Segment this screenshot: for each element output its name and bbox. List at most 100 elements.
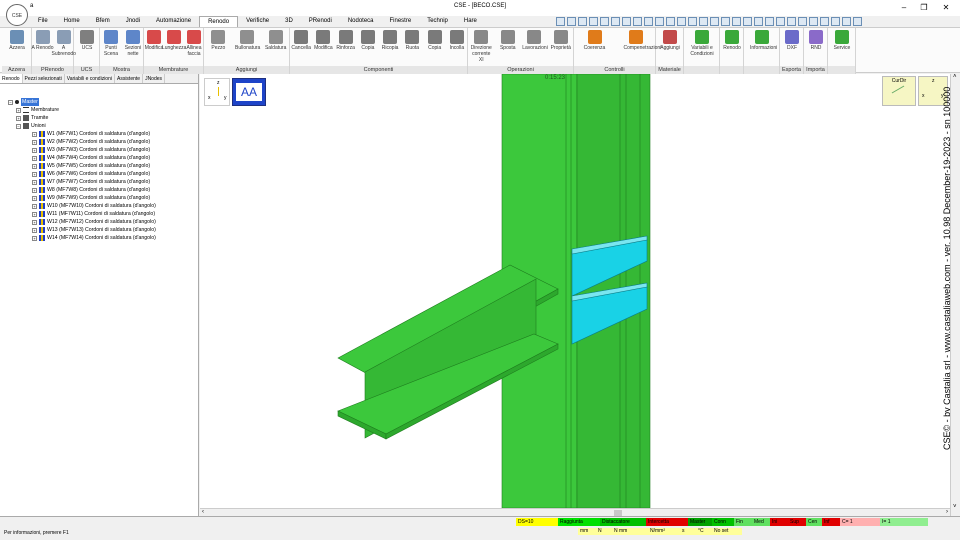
scroll-left-icon[interactable]: ‹ [202,509,204,515]
toolbar-icon[interactable] [567,17,576,26]
tree-item-weld[interactable]: + W6 (MF7W6) Cordoni di saldatura (d'ango… [8,170,156,178]
unit-s[interactable]: s [680,528,696,535]
ribbon-button-lavorazioni[interactable]: Lavorazioni [522,30,548,51]
tree-label-weld[interactable]: W7 (MF7W7) Cordoni di saldatura (d'angol… [47,178,150,186]
toolbar-icon[interactable] [578,17,587,26]
restore-icon[interactable]: ❐ [914,2,934,14]
tree-label-weld[interactable]: W6 (MF7W6) Cordoni di saldatura (d'angol… [47,170,150,178]
menu-tab-automazione[interactable]: Automazione [148,16,199,27]
toolbar-icon[interactable] [754,17,763,26]
tree-label-weld[interactable]: W4 (MF7W4) Cordoni di saldatura (d'angol… [47,154,150,162]
ribbon-button-ucs[interactable]: UCS [75,30,99,51]
menu-tab-home[interactable]: Home [56,16,88,27]
ribbon-button-variabili-e-condizioni[interactable]: Variabili e Condizioni [690,30,714,57]
expand-icon[interactable]: + [16,107,21,113]
tree-label-weld[interactable]: W8 (MF7W8) Cordoni di saldatura (d'angol… [47,186,150,194]
menu-tab-bfem[interactable]: Bfem [88,16,118,27]
tree-label-weld[interactable]: W1 (MF7W1) Cordoni di saldatura (d'angol… [47,130,150,138]
tree-label-weld[interactable]: W9 (MF7W9) Cordoni di saldatura (d'angol… [47,194,150,202]
tree-item-weld[interactable]: + W8 (MF7W8) Cordoni di saldatura (d'ango… [8,186,156,194]
menu-tab-3d[interactable]: 3D [277,16,301,27]
toolbar-icon[interactable] [688,17,697,26]
tree-item-weld[interactable]: + W14 (MF7W14) Cordoni di saldatura (d'an… [8,234,156,242]
unit-no-set[interactable]: No set [712,528,742,535]
tree-label-weld[interactable]: W13 (MF7W13) Cordoni di saldatura (d'ang… [47,226,156,234]
ribbon-button-coerenza[interactable]: Coerenza [583,30,607,51]
toolbar-icon[interactable] [644,17,653,26]
status-indicator-inf[interactable]: Inf [822,518,840,526]
status-indicator-conn[interactable]: Conn [712,518,734,526]
expand-icon[interactable]: + [32,179,37,185]
ribbon-button-dxf[interactable]: DXF [780,30,804,51]
menu-tab-prenodi[interactable]: PRenodi [301,16,340,27]
expand-icon[interactable]: + [32,203,37,209]
expand-icon[interactable]: + [32,163,37,169]
ribbon-button-service[interactable]: Service [830,30,854,51]
toolbar-icon[interactable] [776,17,785,26]
menu-tab-nodoteca[interactable]: Nodoteca [340,16,382,27]
ribbon-button-informazioni[interactable]: Informazioni [750,30,777,51]
expand-icon[interactable]: + [32,171,37,177]
menu-tab-file[interactable]: File [30,16,56,27]
toolbar-icon[interactable] [622,17,631,26]
menu-tab-verifiche[interactable]: Verifiche [238,16,277,27]
toolbar-icon[interactable] [743,17,752,26]
tree-item-weld[interactable]: + W3 (MF7W3) Cordoni di saldatura (d'ango… [8,146,156,154]
toolbar-icon[interactable] [732,17,741,26]
tree-label-weld[interactable]: W14 (MF7W14) Cordoni di saldatura (d'ang… [47,234,156,242]
expand-icon[interactable]: + [32,235,37,241]
toolbar-icon[interactable] [842,17,851,26]
tree-label-unioni[interactable]: Unioni [31,122,46,130]
expand-icon[interactable]: + [32,139,37,145]
tree-item-weld[interactable]: + W11 (MF7W11) Cordoni di saldatura (d'an… [8,210,156,218]
ribbon-button-rnd[interactable]: RND [804,30,828,51]
expand-icon[interactable]: + [16,115,21,121]
tree-item-unioni[interactable]: − Unioni [8,122,156,130]
toolbar-icon[interactable] [809,17,818,26]
ribbon-button-modifica[interactable]: Modifica [311,30,335,51]
unit-n-mm[interactable]: N mm [612,528,648,535]
panel-tab-renodo[interactable]: Renodo [0,74,23,83]
model-canvas[interactable] [200,74,950,508]
ribbon-button-direzione-corrente-xi[interactable]: Direzione corrente XI [469,30,493,63]
tree-item-weld[interactable]: + W12 (MF7W12) Cordoni di saldatura (d'an… [8,218,156,226]
toolbar-icon[interactable] [853,17,862,26]
tree-label-weld[interactable]: W3 (MF7W3) Cordoni di saldatura (d'angol… [47,146,150,154]
vertical-scrollbar[interactable]: ˄ ˅ [950,74,960,516]
ribbon-button-sposta[interactable]: Sposta [496,30,520,51]
toolbar-icon[interactable] [765,17,774,26]
tree-item-weld[interactable]: + W7 (MF7W7) Cordoni di saldatura (d'ango… [8,178,156,186]
tree-item-weld[interactable]: + W10 (MF7W10) Cordoni di saldatura (d'an… [8,202,156,210]
tree-item-weld[interactable]: + W1 (MF7W1) Cordoni di saldatura (d'ango… [8,130,156,138]
status-indicator-distaccatore[interactable]: Distaccatore [600,518,646,526]
ribbon-button-a-subrenodo[interactable]: A Subrenodo [52,30,76,57]
horizontal-scrollbar[interactable]: ‹ › [200,508,950,516]
tree-item-weld[interactable]: + W4 (MF7W4) Cordoni di saldatura (d'ango… [8,154,156,162]
expand-icon[interactable]: + [32,147,37,153]
panel-tab-pezzi-selezionati[interactable]: Pezzi selezionati [23,74,65,83]
menu-tab-finestre[interactable]: Finestre [382,16,420,27]
toolbar-icon[interactable] [589,17,598,26]
ribbon-button-copia[interactable]: Copia [356,30,380,51]
toolbar-icon[interactable] [677,17,686,26]
unit-mm[interactable]: mm [578,528,596,535]
status-indicator-i-1[interactable]: I= 1 [880,518,928,526]
expand-icon[interactable]: + [32,227,37,233]
scroll-down-icon[interactable]: ˅ [953,504,957,510]
tree-label-membrature[interactable]: Membrature [31,106,59,114]
ribbon-button-copia[interactable]: Copia [423,30,447,51]
close-icon[interactable]: ✕ [936,2,956,14]
ribbon-button-azzera[interactable]: Azzera [5,30,29,51]
tree-item-weld[interactable]: + W13 (MF7W13) Cordoni di saldatura (d'an… [8,226,156,234]
ribbon-button-incolla[interactable]: Incolla [445,30,469,51]
panel-tab-jnodes[interactable]: JNodes [143,74,166,83]
ribbon-button-cancella[interactable]: Cancella [289,30,313,51]
collapse-icon[interactable]: − [8,99,13,105]
menu-tab-jnodi[interactable]: Jnodi [118,16,148,27]
tree-label-master[interactable]: Master [21,98,39,106]
tree-label-weld[interactable]: W2 (MF7W2) Cordoni di saldatura (d'angol… [47,138,150,146]
view-badge[interactable]: AA [232,78,266,106]
status-indicator-master[interactable]: Master [688,518,712,526]
collapse-icon[interactable]: − [16,123,21,129]
unit-c[interactable]: °C [696,528,712,535]
